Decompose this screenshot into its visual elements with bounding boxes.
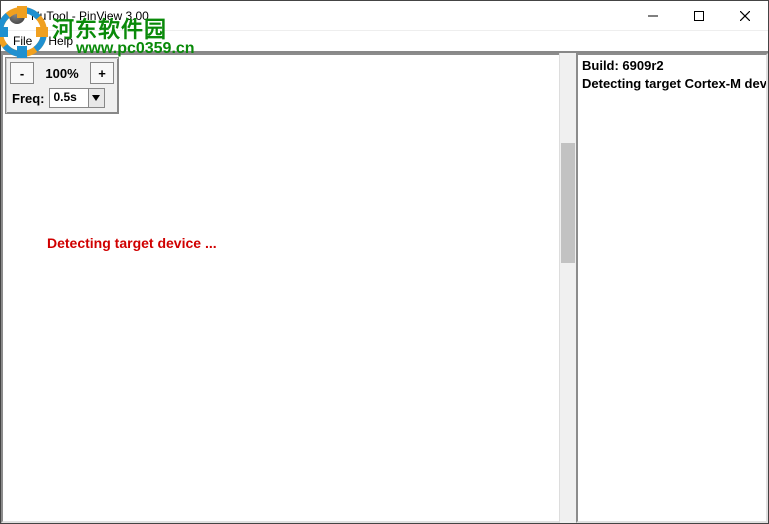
menu-file[interactable]: File	[5, 32, 40, 50]
build-label: Build: 6909r2	[582, 57, 762, 75]
freq-select[interactable]: 0.5s	[49, 88, 105, 108]
freq-value: 0.5s	[50, 89, 88, 107]
freq-label: Freq:	[10, 91, 45, 106]
app-icon	[9, 8, 25, 24]
toolbox: - 100% + Freq: 0.5s	[5, 57, 119, 114]
minimize-button[interactable]	[630, 1, 676, 31]
scrollbar-thumb[interactable]	[561, 143, 575, 263]
log-line: Detecting target Cortex-M device	[582, 75, 762, 93]
close-button[interactable]	[722, 1, 768, 31]
zoom-value: 100%	[38, 66, 86, 81]
menubar: File Help	[1, 31, 768, 51]
zoom-out-button[interactable]: -	[10, 62, 34, 84]
window-title: NuTool - PinView 3.00	[31, 9, 149, 23]
main-view: - 100% + Freq: 0.5s Detecting target dev…	[1, 53, 559, 523]
maximize-button[interactable]	[676, 1, 722, 31]
log-panel: Build: 6909r2 Detecting target Cortex-M …	[576, 53, 768, 523]
chevron-down-icon[interactable]	[88, 89, 104, 107]
menu-help[interactable]: Help	[40, 32, 81, 50]
zoom-in-button[interactable]: +	[90, 62, 114, 84]
status-message: Detecting target device ...	[47, 235, 217, 251]
vertical-scrollbar[interactable]	[559, 53, 576, 523]
